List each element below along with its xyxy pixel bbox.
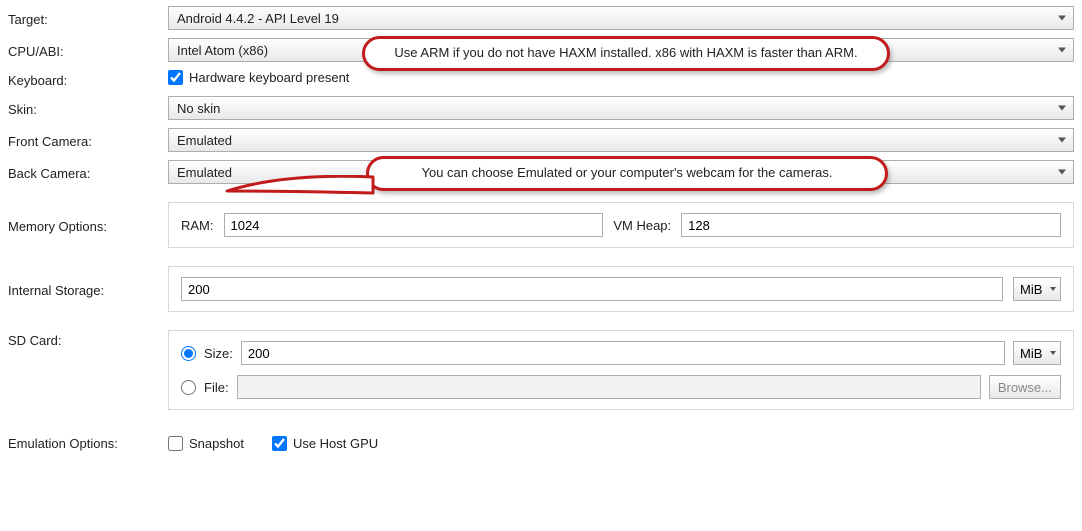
label-vmheap: VM Heap:	[613, 218, 671, 233]
sd-size-input[interactable]	[241, 341, 1005, 365]
front-camera-select[interactable]	[168, 128, 1074, 152]
label-skin: Skin:	[8, 99, 168, 117]
snapshot-checkbox[interactable]	[168, 436, 183, 451]
skin-select[interactable]	[168, 96, 1074, 120]
callout-camera: You can choose Emulated or your computer…	[366, 156, 888, 191]
hardware-keyboard-checkbox[interactable]	[168, 70, 183, 85]
label-internal-storage: Internal Storage:	[8, 280, 168, 298]
hardware-keyboard-label: Hardware keyboard present	[189, 70, 349, 85]
label-sdcard: SD Card:	[8, 330, 168, 348]
internal-storage-fieldset	[168, 266, 1074, 312]
label-back-camera: Back Camera:	[8, 163, 168, 181]
label-sd-size: Size:	[204, 346, 233, 361]
label-sd-file: File:	[204, 380, 229, 395]
label-ram: RAM:	[181, 218, 214, 233]
target-select[interactable]	[168, 6, 1074, 30]
label-emu-options: Emulation Options:	[8, 433, 168, 451]
sd-size-unit-select[interactable]	[1013, 341, 1061, 365]
sd-size-radio[interactable]	[181, 346, 196, 361]
label-memory: Memory Options:	[8, 216, 168, 234]
label-front-camera: Front Camera:	[8, 131, 168, 149]
browse-button: Browse...	[989, 375, 1061, 399]
sdcard-fieldset: Size: File: Browse...	[168, 330, 1074, 410]
snapshot-label: Snapshot	[189, 436, 244, 451]
internal-storage-input[interactable]	[181, 277, 1003, 301]
label-target: Target:	[8, 9, 168, 27]
label-cpu: CPU/ABI:	[8, 41, 168, 59]
internal-storage-unit-select[interactable]	[1013, 277, 1061, 301]
sd-file-input	[237, 375, 981, 399]
callout-cpu: Use ARM if you do not have HAXM installe…	[362, 36, 890, 71]
sd-file-radio[interactable]	[181, 380, 196, 395]
ram-input[interactable]	[224, 213, 604, 237]
label-keyboard: Keyboard:	[8, 70, 168, 88]
use-host-gpu-checkbox[interactable]	[272, 436, 287, 451]
use-host-gpu-label: Use Host GPU	[293, 436, 378, 451]
vmheap-input[interactable]	[681, 213, 1061, 237]
